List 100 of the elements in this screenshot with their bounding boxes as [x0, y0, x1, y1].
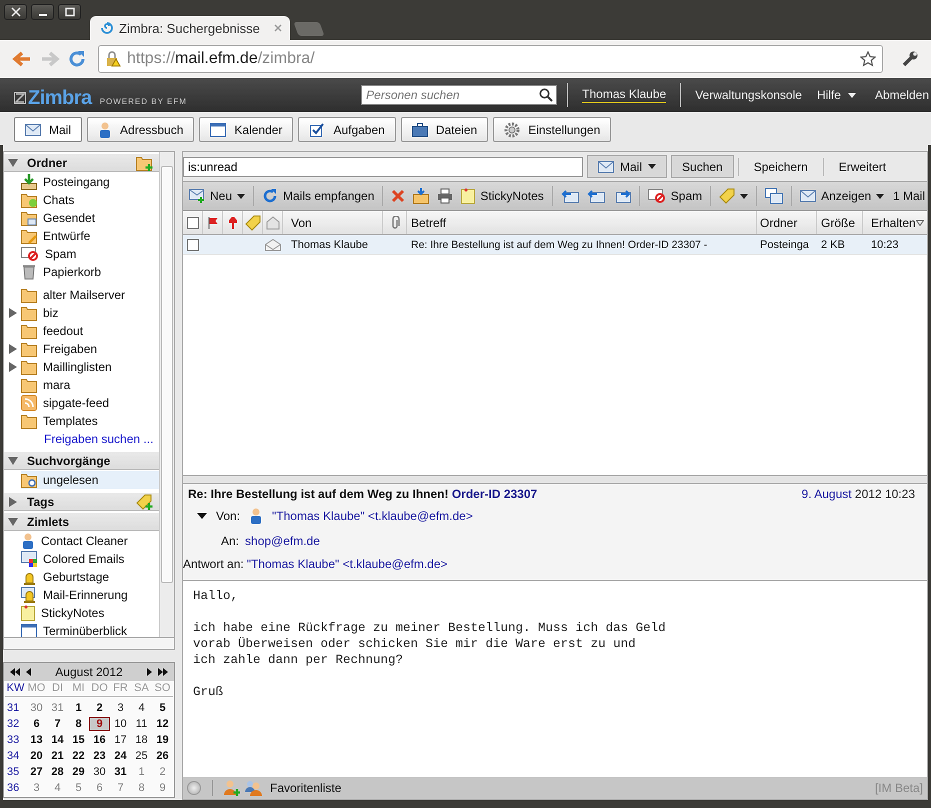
new-tag-icon[interactable]	[136, 494, 154, 510]
app-tab[interactable]: Einstellungen	[493, 117, 612, 142]
calendar-day[interactable]: 14	[47, 733, 68, 747]
search-field[interactable]: is:unread	[183, 156, 583, 176]
column-header[interactable]: Betreff	[407, 211, 757, 234]
scrollbar[interactable]	[159, 152, 174, 637]
toolbar-button[interactable]: Spam	[644, 184, 706, 208]
calendar-day[interactable]: 5	[68, 781, 89, 795]
minimize-icon[interactable]	[31, 4, 54, 20]
column-header[interactable]: Von	[283, 211, 383, 234]
calendar-day[interactable]: 17	[110, 733, 131, 747]
buddy-list-label[interactable]: Favoritenliste	[270, 781, 342, 795]
search-button[interactable]: Speichern	[742, 155, 819, 178]
calendar-day[interactable]: 3	[110, 701, 131, 715]
toolbar-button[interactable]: StickyNotes	[458, 184, 547, 208]
calendar-day[interactable]: 26	[152, 749, 173, 763]
calendar-day[interactable]: 9	[152, 781, 173, 795]
calendar-day[interactable]: 4	[131, 701, 152, 715]
folder-item[interactable]: Maillinglisten	[21, 359, 116, 375]
date-link[interactable]: 9. August	[802, 487, 852, 501]
folder-item[interactable]: StickyNotes	[21, 605, 108, 621]
collapsed-arrow-icon[interactable]	[8, 308, 16, 318]
presence-icon[interactable]	[187, 781, 201, 795]
folder-item[interactable]: Gesendet	[21, 210, 100, 226]
calendar-day[interactable]: 30	[26, 701, 47, 715]
calendar-day[interactable]: 21	[47, 749, 68, 763]
folder-item[interactable]: biz	[21, 305, 62, 321]
previous-month-icon[interactable]	[26, 668, 31, 676]
calendar-day[interactable]: 28	[47, 765, 68, 779]
message-row[interactable]: Thomas Klaube Re: Ihre Bestellung ist auf dem Weg zu Ihnen! Order-ID 23307 - Posteinga 2 KB 10:23	[183, 235, 927, 255]
calendar-day[interactable]: 24	[110, 749, 131, 763]
header-link[interactable]: Abmelden	[874, 88, 929, 102]
close-icon[interactable]	[4, 4, 27, 20]
folder-item[interactable]: Chats	[21, 192, 78, 208]
folder-item[interactable]: alter Mailserver	[21, 287, 130, 303]
calendar-day[interactable]: 20	[26, 749, 47, 763]
header-link[interactable]: Hilfe	[816, 88, 841, 102]
back-icon[interactable]	[12, 51, 32, 67]
calendar-day[interactable]: 29	[68, 765, 89, 779]
folder-item[interactable]: Freigaben	[21, 341, 102, 357]
toolbar-button[interactable]: Mails empfangen	[259, 184, 378, 208]
calendar-day[interactable]: 1	[131, 765, 152, 779]
wrench-icon[interactable]	[901, 50, 919, 68]
user-name[interactable]: Thomas Klaube	[582, 87, 666, 103]
app-tab[interactable]: Dateien	[400, 117, 488, 142]
folder-item[interactable]: Entwürfe	[21, 228, 94, 244]
calendar-day[interactable]: 9	[89, 717, 110, 731]
next-month-icon[interactable]	[147, 668, 152, 676]
calendar-day[interactable]: 1	[68, 701, 89, 715]
calendar-day[interactable]: 4	[47, 781, 68, 795]
calendar-day[interactable]: 25	[131, 749, 152, 763]
folder-item[interactable]: Colored Emails	[21, 551, 128, 567]
calendar-day[interactable]: 22	[68, 749, 89, 763]
calendar-day[interactable]: 31	[47, 701, 68, 715]
folder-item[interactable]: Mail-Erinnerung	[21, 587, 132, 603]
search-type-dropdown[interactable]: Mail	[587, 155, 668, 178]
calendar-day[interactable]: 8	[68, 717, 89, 731]
calendar-day[interactable]: 2	[89, 701, 110, 715]
collapse-arrow-icon[interactable]	[197, 512, 207, 518]
app-tab[interactable]: Aufgaben	[298, 117, 396, 142]
calendar-day[interactable]: 5	[152, 701, 173, 715]
calendar-day[interactable]: 13	[26, 733, 47, 747]
calendar-day[interactable]: 7	[110, 781, 131, 795]
calendar-day[interactable]: 19	[152, 733, 173, 747]
browser-tab[interactable]: Zimbra: Suchergebnisse	[90, 16, 290, 40]
address-link[interactable]: "Thomas Klaube" <t.klaube@efm.de>	[272, 508, 473, 522]
previous-year-icon[interactable]	[10, 668, 20, 676]
section-header[interactable]: Zimlets	[4, 513, 159, 531]
calendar-day[interactable]: 30	[89, 765, 110, 779]
address-bar[interactable]: https://mail.efm.de/zimbra/	[98, 45, 883, 73]
calendar-day[interactable]: 18	[131, 733, 152, 747]
star-icon[interactable]	[860, 51, 876, 67]
calendar-day[interactable]: 2	[152, 765, 173, 779]
folder-item[interactable]: Spam	[21, 247, 80, 261]
calendar-day[interactable]: 16	[89, 733, 110, 747]
calendar-day[interactable]: 27	[26, 765, 47, 779]
header-link[interactable]: Verwaltungskonsole	[695, 88, 802, 102]
app-tab[interactable]: Kalender	[199, 117, 294, 142]
section-header[interactable]: Ordner	[4, 154, 159, 172]
app-tab[interactable]: Mail	[14, 117, 82, 142]
contacts-icon[interactable]	[245, 780, 263, 796]
calendar-day[interactable]: 6	[26, 717, 47, 731]
toolbar-button[interactable]: Anzeigen	[797, 184, 888, 208]
section-header[interactable]: Suchvorgänge	[4, 452, 159, 470]
section-header[interactable]: Tags	[4, 493, 159, 511]
next-year-icon[interactable]	[158, 668, 168, 676]
calendar-day[interactable]: 3	[26, 781, 47, 795]
people-search-field[interactable]: Personen suchen	[361, 85, 558, 105]
folder-item[interactable]: Contact Cleaner	[21, 533, 132, 549]
maximize-icon[interactable]	[58, 4, 81, 20]
folder-item[interactable]: feedout	[21, 323, 88, 339]
folder-item[interactable]: sipgate-feed	[21, 395, 114, 411]
folder-item[interactable]: mara	[21, 377, 74, 393]
scrollbar[interactable]	[3, 638, 175, 650]
toolbar-button[interactable]: Neu	[186, 184, 248, 208]
address-link[interactable]: "Thomas Klaube" <t.klaube@efm.de>	[246, 556, 448, 570]
order-id-link[interactable]: Order-ID 23307	[452, 487, 538, 501]
reload-icon[interactable]	[68, 50, 86, 68]
calendar-day[interactable]: 12	[152, 717, 173, 731]
column-header[interactable]: Größe	[817, 211, 863, 234]
